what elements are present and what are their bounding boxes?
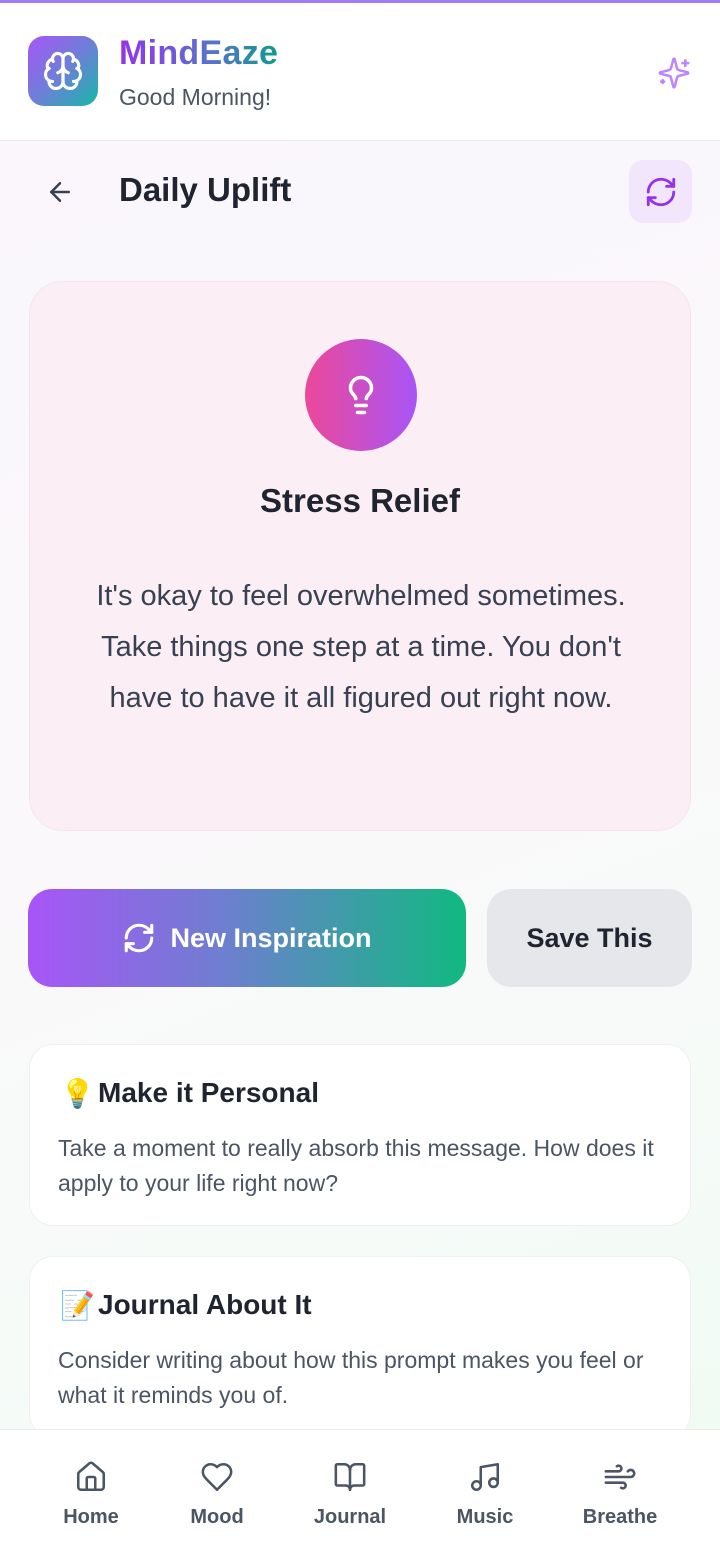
nav-item-music[interactable]: Music xyxy=(430,1458,540,1529)
heart-icon xyxy=(201,1462,233,1492)
nav-label-mood: Mood xyxy=(190,1506,244,1528)
app-logo xyxy=(28,36,98,106)
tip-text: Consider writing about how this prompt m… xyxy=(58,1347,644,1408)
refresh-icon xyxy=(646,177,675,206)
back-button[interactable] xyxy=(38,170,82,214)
arrow-left-icon xyxy=(50,182,70,202)
greeting-text: Good Morning! xyxy=(119,84,272,110)
category-icon-badge xyxy=(305,339,417,451)
new-inspiration-button[interactable]: New Inspiration xyxy=(28,889,466,987)
music-icon xyxy=(470,1462,500,1492)
nav-label-journal: Journal xyxy=(313,1506,387,1528)
quote-message: It's okay to feel overwhelmed sometimes.… xyxy=(96,580,626,714)
bottom-navigation: Home Mood Journal Music Breathe xyxy=(0,1429,720,1556)
refresh-button[interactable] xyxy=(629,160,692,223)
sparkles-button[interactable] xyxy=(654,53,694,93)
lightbulb-emoji-icon: 💡 xyxy=(60,1078,95,1109)
tip-text: Take a moment to really absorb this mess… xyxy=(58,1135,654,1196)
tip-card-journal: 📝 Journal About It Consider writing abou… xyxy=(29,1256,691,1438)
app-header: MindEaze Good Morning! xyxy=(0,3,720,141)
brain-icon xyxy=(43,51,83,91)
save-label: Save This xyxy=(526,922,653,953)
quote-category: Stress Relief xyxy=(260,482,460,519)
page-title: Daily Uplift xyxy=(119,171,292,208)
tip-card-personal: 💡 Make it Personal Take a moment to real… xyxy=(29,1044,691,1226)
sparkles-icon xyxy=(658,57,690,89)
tip-title: Make it Personal xyxy=(98,1077,319,1108)
nav-item-journal[interactable]: Journal xyxy=(295,1458,405,1529)
refresh-icon xyxy=(125,923,154,953)
app-name: MindEaze xyxy=(119,34,279,72)
tip-title: Journal About It xyxy=(98,1289,312,1320)
nav-label-home: Home xyxy=(63,1506,119,1528)
save-button[interactable]: Save This xyxy=(487,889,692,987)
quote-card: Stress Relief It's okay to feel overwhel… xyxy=(29,281,691,831)
nav-item-breathe[interactable]: Breathe xyxy=(565,1458,675,1529)
nav-item-mood[interactable]: Mood xyxy=(162,1458,272,1529)
new-inspiration-label: New Inspiration xyxy=(170,922,372,953)
lightbulb-icon xyxy=(348,375,374,415)
nav-label-music: Music xyxy=(456,1506,514,1528)
nav-label-breathe: Breathe xyxy=(582,1506,658,1528)
wind-icon xyxy=(604,1464,636,1490)
memo-emoji-icon: 📝 xyxy=(60,1290,95,1321)
nav-item-home[interactable]: Home xyxy=(36,1458,146,1529)
home-icon xyxy=(76,1461,106,1492)
book-icon xyxy=(334,1462,366,1492)
